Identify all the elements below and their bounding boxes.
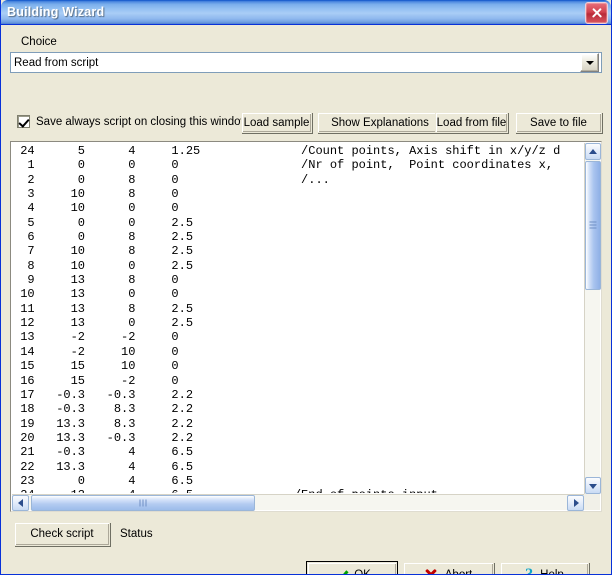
script-editor-text[interactable]: 24 5 4 1.25 /Count points, Axis shift in…: [13, 144, 583, 493]
show-explanations-button[interactable]: Show Explanations: [317, 112, 443, 133]
scrollbar-corner: [584, 494, 600, 510]
abort-label: Abort: [444, 569, 473, 575]
scrollbar-grip: [139, 499, 147, 507]
green-check-icon: [333, 569, 347, 574]
script-line: 1 0 0 0 /Nr of point, Point coordinates …: [13, 158, 554, 173]
script-editor[interactable]: 24 5 4 1.25 /Count points, Axis shift in…: [10, 141, 602, 512]
save-to-file-button[interactable]: Save to file: [515, 112, 602, 133]
load-from-file-button[interactable]: Load from file: [435, 112, 508, 133]
load-sample-label: Load sample: [243, 116, 310, 129]
question-mark-icon: ?: [525, 566, 534, 575]
script-line: 23 0 4 6.5: [13, 473, 194, 488]
vertical-scrollbar-thumb[interactable]: [585, 160, 601, 291]
help-button[interactable]: ? Help: [500, 562, 589, 575]
script-line: 3 10 8 0: [13, 187, 179, 202]
script-line: 16 15 -2 0: [13, 373, 179, 388]
chevron-left-icon[interactable]: [12, 495, 29, 511]
choice-dropdown-value: Read from script: [14, 56, 99, 69]
show-explanations-label: Show Explanations: [331, 116, 429, 129]
ok-button[interactable]: OK: [307, 562, 397, 575]
chevron-right-icon[interactable]: [567, 495, 584, 511]
script-line: 4 10 0 0: [13, 201, 179, 216]
script-line: 17 -0.3 -0.3 2.2: [13, 387, 194, 402]
save-always-checkbox-label: Save always script on closing this windo…: [36, 115, 249, 128]
choice-dropdown[interactable]: Read from script: [10, 52, 602, 73]
script-line: 9 13 8 0: [13, 273, 179, 288]
script-line: 14 -2 10 0: [13, 344, 179, 359]
check-script-button[interactable]: Check script: [14, 522, 110, 546]
script-line: 10 13 0 0: [13, 287, 179, 302]
chevron-up-icon[interactable]: [585, 143, 601, 160]
script-line: 13 -2 -2 0: [13, 330, 179, 345]
script-line: 15 15 10 0: [13, 359, 179, 374]
building-wizard-window: Building Wizard Choice Read from script …: [0, 0, 612, 575]
check-script-label: Check script: [30, 528, 94, 540]
script-line: 21 -0.3 4 6.5: [13, 445, 194, 460]
script-line: 22 13.3 4 6.5: [13, 459, 194, 474]
red-x-icon: [425, 569, 438, 575]
abort-button[interactable]: Abort: [403, 562, 494, 575]
script-line: 24 5 4 1.25 /Count points, Axis shift in…: [13, 144, 561, 158]
choice-label: Choice: [21, 36, 57, 48]
script-line: 2 0 8 0 /...: [13, 172, 330, 187]
load-sample-button[interactable]: Load sample: [241, 112, 312, 133]
script-line: 7 10 8 2.5: [13, 244, 194, 259]
horizontal-scrollbar-thumb[interactable]: [31, 495, 255, 511]
editor-horizontal-scrollbar[interactable]: [12, 494, 584, 511]
script-line: 11 13 8 2.5: [13, 301, 194, 316]
script-line: 8 10 0 2.5: [13, 258, 194, 273]
title-bar: Building Wizard: [1, 0, 611, 25]
script-line: 20 13.3 -0.3 2.2: [13, 430, 194, 445]
scrollbar-grip: [589, 221, 597, 229]
window-client-area: Choice Read from script Save always scri…: [1, 25, 611, 575]
close-icon[interactable]: [585, 2, 608, 24]
script-line: 6 0 8 2.5: [13, 230, 194, 245]
editor-vertical-scrollbar[interactable]: [584, 143, 601, 494]
script-line: 19 13.3 8.3 2.2: [13, 416, 194, 431]
script-line: 18 -0.3 8.3 2.2: [13, 402, 194, 417]
window-title: Building Wizard: [7, 5, 105, 19]
chevron-down-icon[interactable]: [580, 53, 599, 72]
save-to-file-label: Save to file: [530, 116, 587, 129]
status-text: Status: [120, 528, 153, 540]
save-always-checkbox-row[interactable]: Save always script on closing this windo…: [17, 115, 249, 128]
ok-label: OK: [354, 569, 371, 575]
script-line: 5 0 0 2.5: [13, 215, 194, 230]
chevron-down-icon[interactable]: [585, 477, 601, 494]
script-line: 24 13 4 6.5 /End of points input: [13, 488, 583, 493]
save-always-checkbox[interactable]: [17, 115, 30, 128]
help-label: Help: [540, 569, 564, 575]
script-line: 12 13 0 2.5: [13, 316, 194, 331]
load-from-file-label: Load from file: [436, 116, 507, 129]
